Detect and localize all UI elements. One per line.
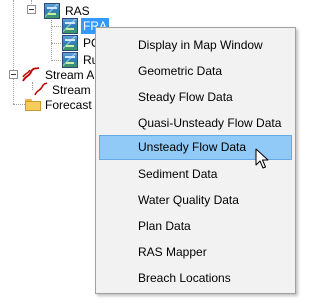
menu-item-ras-mapper[interactable]: RAS Mapper bbox=[99, 240, 292, 265]
menu-item-steady-flow-data[interactable]: Steady Flow Data bbox=[99, 85, 292, 110]
plan-icon bbox=[62, 52, 78, 68]
mouse-pointer-icon bbox=[255, 148, 269, 169]
tree-line bbox=[13, 104, 25, 105]
tree-line bbox=[13, 0, 14, 104]
menu-item-geometric-data[interactable]: Geometric Data bbox=[99, 59, 292, 84]
stream-icon bbox=[22, 67, 40, 82]
tree-item-stream-analysis[interactable]: Stream A bbox=[45, 67, 94, 83]
plan-icon bbox=[62, 35, 78, 51]
tree-item-stream[interactable]: Stream bbox=[52, 82, 91, 98]
tree-line bbox=[51, 26, 61, 27]
tree-item-ras[interactable]: RAS bbox=[65, 3, 90, 19]
tree-line bbox=[32, 82, 33, 90]
collapse-toggle[interactable] bbox=[9, 70, 18, 79]
collapse-toggle[interactable] bbox=[27, 5, 36, 14]
tree-line bbox=[51, 17, 52, 61]
ras-project-icon bbox=[44, 3, 60, 19]
tree-line bbox=[51, 60, 61, 61]
tree-line bbox=[51, 43, 61, 44]
folder-icon bbox=[25, 99, 41, 111]
stream-icon bbox=[34, 82, 48, 96]
menu-item-quasi-unsteady-flow-data[interactable]: Quasi-Unsteady Flow Data bbox=[99, 111, 292, 136]
menu-item-water-quality-data[interactable]: Water Quality Data bbox=[99, 188, 292, 213]
menu-item-display-in-map-window[interactable]: Display in Map Window bbox=[99, 33, 292, 58]
menu-item-breach-locations[interactable]: Breach Locations bbox=[99, 266, 292, 291]
plan-icon bbox=[62, 18, 78, 34]
menu-item-plan-data[interactable]: Plan Data bbox=[99, 214, 292, 239]
tree-item-forecast[interactable]: Forecast I bbox=[45, 97, 98, 113]
